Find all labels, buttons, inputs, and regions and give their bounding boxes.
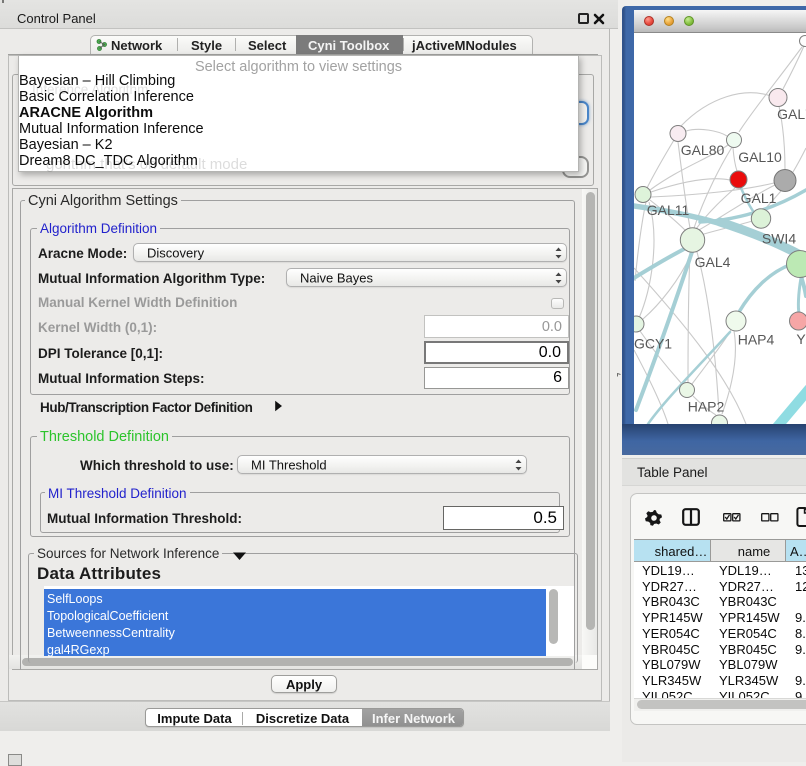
svg-text:SWI4: SWI4 — [762, 231, 796, 247]
svg-text:HAP4: HAP4 — [738, 332, 775, 348]
svg-text:Y: Y — [796, 331, 806, 347]
svg-text:HAP2: HAP2 — [688, 399, 725, 415]
svg-text:GCY1: GCY1 — [634, 336, 672, 352]
svg-text:GAL10: GAL10 — [738, 149, 782, 165]
svg-text:GAL80: GAL80 — [681, 142, 725, 158]
svg-text:GAL11: GAL11 — [647, 202, 690, 218]
svg-text:GAL4: GAL4 — [695, 254, 731, 270]
svg-text:GAL7: GAL7 — [777, 106, 806, 122]
svg-text:GAL1: GAL1 — [741, 190, 777, 206]
